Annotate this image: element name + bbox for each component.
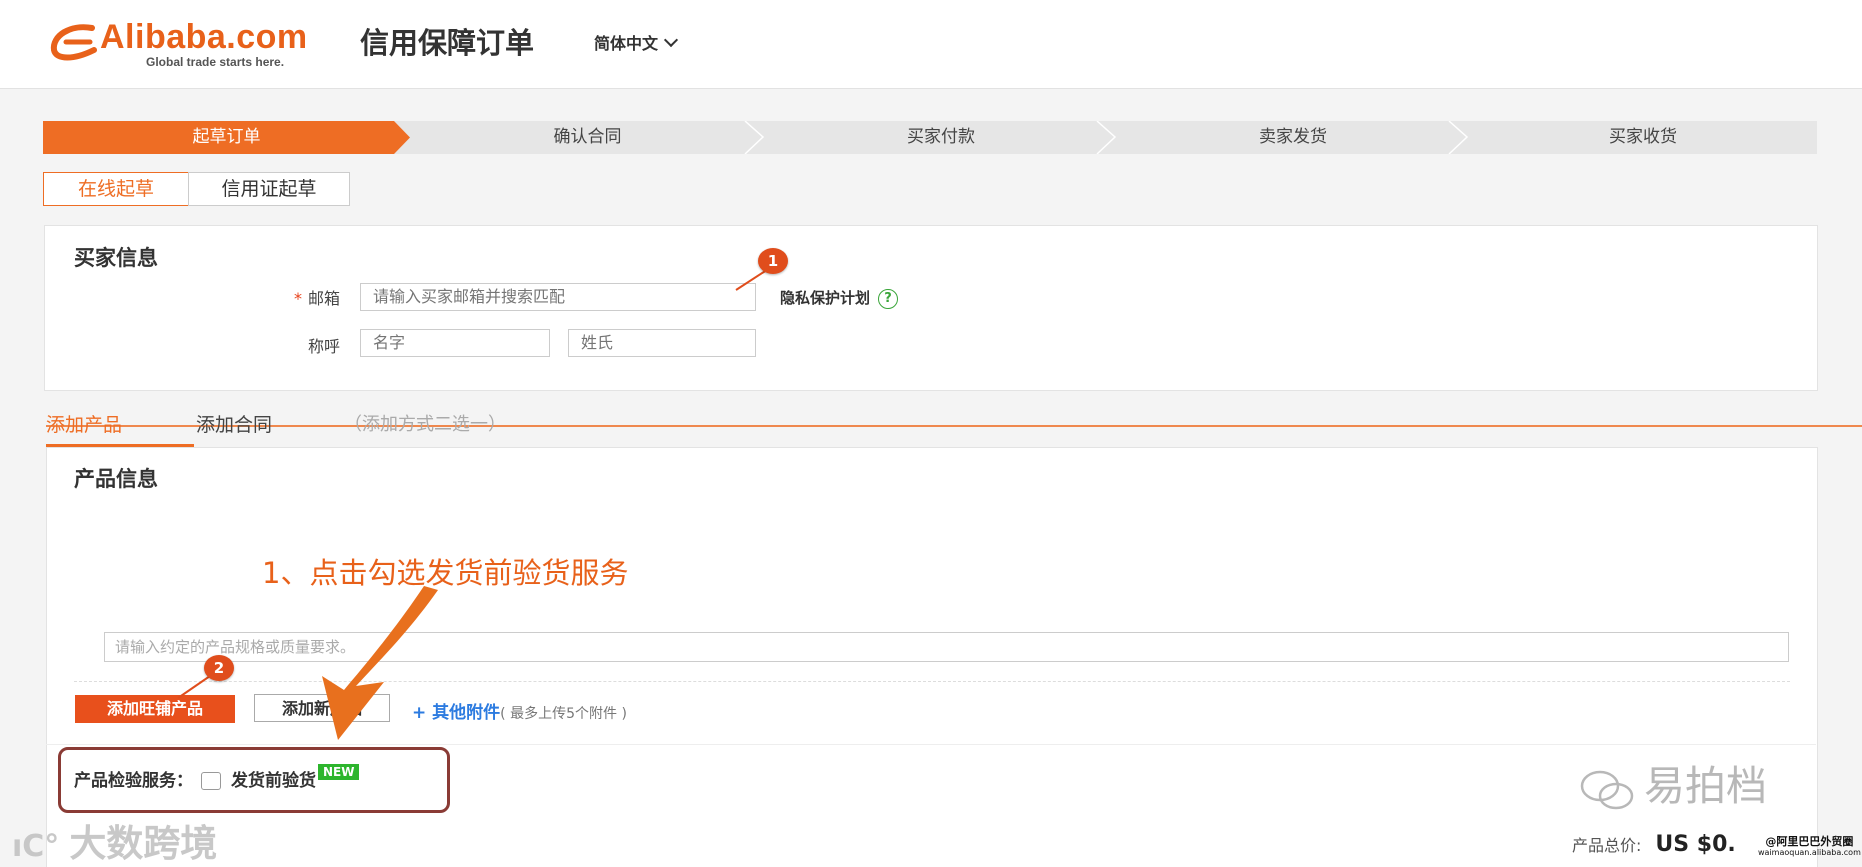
other-attachments-label: + 其他附件 xyxy=(412,703,501,723)
watermark-small-line1: @阿里巴巴外贸圈 xyxy=(1765,835,1854,848)
step-separator xyxy=(744,121,765,154)
product-total: 产品总价: US $0. xyxy=(1572,832,1736,857)
chevron-down-icon xyxy=(663,32,679,48)
first-name-input[interactable] xyxy=(360,329,550,357)
alibaba-logo[interactable]: Alibaba.com Global trade starts here. xyxy=(48,18,330,69)
product-section-title: 产品信息 xyxy=(74,467,158,491)
step-label: 卖家发货 xyxy=(1259,127,1327,147)
brand-mark-icon: ıC° xyxy=(12,829,60,864)
step-label: 起草订单 xyxy=(192,127,261,147)
tab-online-draft[interactable]: 在线起草 xyxy=(43,172,189,206)
privacy-plan-label: 隐私保护计划 xyxy=(780,289,871,307)
last-name-input[interactable] xyxy=(568,329,756,357)
row-divider xyxy=(46,744,1816,745)
step-draft-order: 起草订单 xyxy=(43,121,410,154)
step-buyer-payment: 买家付款 xyxy=(765,121,1117,154)
required-asterisk: * xyxy=(293,289,302,308)
page-title: 信用保障订单 xyxy=(360,26,535,60)
annotation-badge-1: 1 xyxy=(758,248,788,274)
annotation-instruction: 1、点击勾选发货前验货服务 xyxy=(262,556,629,590)
language-label: 简体中文 xyxy=(594,34,659,53)
watermark-right-text: 易拍档 xyxy=(1644,762,1767,810)
tab-add-contract[interactable]: 添加合同 xyxy=(196,410,272,437)
logo-name: Alibaba.com xyxy=(100,18,308,56)
add-new-product-button[interactable]: 添加新产品 xyxy=(254,694,390,722)
highlight-box xyxy=(58,747,450,813)
step-separator xyxy=(1096,121,1117,154)
watermark-left-text: 大数跨境 xyxy=(69,822,218,865)
total-value: US $0. xyxy=(1655,832,1736,857)
product-spec-textarea[interactable]: 请输入约定的产品规格或质量要求。 xyxy=(104,632,1789,662)
step-buyer-receive: 买家收货 xyxy=(1469,121,1817,154)
help-icon[interactable]: ? xyxy=(878,288,899,309)
step-separator xyxy=(1448,121,1469,154)
attachment-note: ( 最多上传5个附件 ) xyxy=(500,706,627,722)
step-label: 买家收货 xyxy=(1609,127,1677,147)
add-shop-product-button[interactable]: 添加旺铺产品 xyxy=(75,695,235,723)
progress-steps: 起草订单 确认合同 买家付款 卖家发货 买家收货 xyxy=(43,121,1817,154)
annotation-badge-2: 2 xyxy=(204,655,234,681)
header: Alibaba.com Global trade starts here. 信用… xyxy=(0,0,1862,89)
tab-divider-line xyxy=(46,425,1862,427)
add-method-note: （添加方式二选一） xyxy=(344,414,506,435)
watermark-left: ıC° 大数跨境 xyxy=(12,813,217,867)
step-label: 买家付款 xyxy=(907,127,975,147)
buyer-section-title: 买家信息 xyxy=(74,246,158,270)
step-confirm-contract: 确认合同 xyxy=(410,121,765,154)
step-label: 确认合同 xyxy=(553,127,622,147)
total-label: 产品总价: xyxy=(1572,836,1642,855)
watermark-right: 易拍档 xyxy=(1578,752,1767,812)
step-seller-ship: 卖家发货 xyxy=(1117,121,1469,154)
watermark-small-line2: waimaoquan.alibaba.com xyxy=(1758,848,1861,857)
tab-add-product[interactable]: 添加产品 xyxy=(46,410,122,437)
name-label: 称呼 xyxy=(307,337,340,356)
language-selector[interactable]: 简体中文 xyxy=(594,30,679,54)
email-input[interactable] xyxy=(360,283,756,311)
tab-lc-draft[interactable]: 信用证起草 xyxy=(188,172,350,206)
watermark-small: @阿里巴巴外贸圈 waimaoquan.alibaba.com xyxy=(1758,836,1861,858)
privacy-plan[interactable]: 隐私保护计划? xyxy=(780,287,899,309)
other-attachments-link[interactable]: + 其他附件( 最多上传5个附件 ) xyxy=(412,698,627,723)
logo-slogan: Global trade starts here. xyxy=(146,55,285,69)
email-label: * 邮箱 xyxy=(254,285,340,309)
email-label-text: 邮箱 xyxy=(307,289,340,308)
alibaba-smile-icon xyxy=(50,24,97,61)
dashed-divider xyxy=(74,681,1790,682)
wechat-icon xyxy=(1580,770,1634,810)
